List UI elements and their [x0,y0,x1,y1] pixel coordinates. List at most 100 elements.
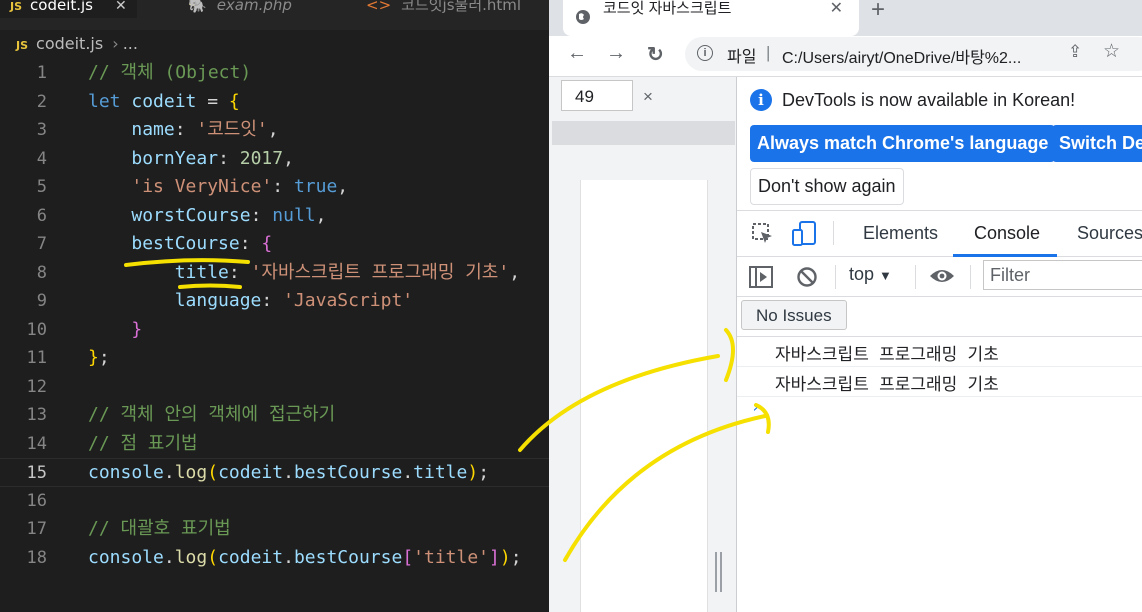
devtools-panel: i DevTools is now available in Korean! A… [736,77,1142,612]
page-area: 49 × [549,77,737,612]
address-scheme-label: 파일 [727,49,757,66]
tab-console[interactable]: Console [974,223,1040,244]
line-number: 4 [36,148,47,169]
context-selector[interactable]: top ▼ [849,264,892,285]
code-line: 4 bornYear: 2017, [0,145,549,174]
device-toggle-icon[interactable] [791,220,817,248]
code-line: 8 title: '자바스크립트 프로그래밍 기초', [0,259,549,288]
clear-console-icon[interactable] [796,266,818,288]
line-number: 1 [36,63,47,83]
code-line: 13// 객체 안의 객체에 접근하기 [0,401,549,430]
dont-show-again-button[interactable]: Don't show again [750,168,904,205]
code-line: 3 name: '코드잇', [0,116,549,145]
line-number: 12 [26,376,47,397]
page-viewport[interactable] [580,180,708,612]
browser-tab-title: 코드잇 자바스크립트 [603,0,732,17]
html-file-icon: <> [366,0,392,14]
console-log-entry: 자바스크립트 프로그래밍 기초 [737,367,1142,397]
code-line: 6 worstCourse: null, [0,202,549,231]
context-selector-value: top [849,264,875,284]
share-icon[interactable]: ⇪ [1068,42,1082,62]
toolbar-divider [970,265,971,289]
address-url[interactable]: C:/Users/airyt/OneDrive/바탕%2... [782,44,1060,68]
line-number: 18 [26,547,47,568]
console-filter-input[interactable]: Filter [983,260,1142,290]
code-line: 16 [0,487,549,516]
code-line: 10 } [0,316,549,345]
code-line: 1// 객체 (Object) [0,59,549,88]
browser-window: 코드잇 자바스크립트 ✕ + ← → ↻ i 파일 | C:/Users/air… [549,0,1142,612]
forward-button[interactable]: → [606,42,626,65]
line-number: 3 [36,120,47,140]
console-log-text: 자바스크립트 프로그래밍 기초 [775,345,999,365]
breadcrumb-more[interactable]: ... [123,34,138,53]
device-width-input[interactable]: 49 [561,80,633,111]
line-number: 9 [36,291,47,311]
address-separator: | [766,43,771,62]
switch-devtools-language-button[interactable]: Switch De [1052,125,1142,162]
bookmark-star-icon[interactable]: ☆ [1103,40,1120,63]
back-button[interactable]: ← [567,42,587,65]
close-icon[interactable]: ✕ [115,0,127,14]
notice-text: DevTools is now available in Korean! [782,90,1076,110]
tab-elements[interactable]: Elements [863,223,938,244]
issues-row: No Issues [737,297,1142,337]
address-bar[interactable]: i 파일 | C:/Users/airyt/OneDrive/바탕%2... ⇪… [685,37,1142,71]
code-line: 7 bestCourse: { [0,230,549,259]
line-number: 5 [36,177,47,197]
console-log-text: 자바스크립트 프로그래밍 기초 [775,375,999,395]
code-editor[interactable]: JS codeit.js ✕ 🐘 exam.php <> 코드잇js불러.html JS… [0,0,549,612]
browser-toolbar: ← → ↻ i 파일 | C:/Users/airyt/OneDrive/바탕%… [549,36,1142,76]
editor-tab-bar: JS codeit.js ✕ 🐘 exam.php <> 코드잇js불러.html [0,0,549,30]
tab-divider [833,221,834,245]
toolbar-divider [915,265,916,289]
js-file-icon: JS [16,39,29,52]
sidebar-toggle-icon[interactable] [749,266,773,288]
console-log-entry: 자바스크립트 프로그래밍 기초 [737,337,1142,367]
chevron-right-icon: › [112,34,119,53]
php-file-icon: 🐘 [188,0,207,14]
line-number: 11 [26,348,47,368]
code-line: 17// 대괄호 표기법 [0,515,549,544]
devtools-tab-bar: Elements Console Sources [737,210,1142,257]
tab-sources[interactable]: Sources [1077,223,1142,244]
editor-tab-codeit[interactable]: JS codeit.js ✕ [0,0,137,18]
code-area[interactable]: 1// 객체 (Object) 2 let codeit = { 3 name: … [0,59,549,572]
breadcrumb-file[interactable]: codeit.js [36,34,103,53]
media-query-bar [552,121,735,145]
live-expression-eye-icon[interactable] [929,267,955,285]
inspect-element-icon[interactable] [751,222,775,246]
chevron-down-icon: ▼ [879,268,892,283]
info-icon: i [750,89,772,111]
editor-tab-exam[interactable]: 🐘 exam.php [188,0,292,18]
always-match-language-button[interactable]: Always match Chrome's language [750,125,1056,162]
reload-button[interactable]: ↻ [647,42,664,67]
browser-tab-strip: 코드잇 자바스크립트 ✕ + [549,0,1142,36]
resize-handle[interactable] [715,552,725,592]
close-tab-icon[interactable]: ✕ [830,0,843,18]
console-toolbar: top ▼ Filter [737,257,1142,297]
editor-tab-html[interactable]: <> 코드잇js불러.html [366,0,521,18]
console-prompt-icon[interactable]: › [751,398,760,416]
line-number: 14 [26,433,47,454]
device-dimension-separator: × [643,87,653,106]
line-number: 7 [36,234,47,254]
js-file-icon: JS [10,0,23,13]
code-line: 9 language: 'JavaScript' [0,287,549,316]
line-number: 2 [36,91,47,112]
breadcrumb: JS codeit.js ›... [16,34,138,53]
code-line: 14// 점 표기법 [0,430,549,459]
globe-icon [576,10,590,24]
issues-button[interactable]: No Issues [741,300,847,330]
info-icon[interactable]: i [697,45,713,61]
line-number: 8 [36,262,47,283]
code-line: 5 'is VeryNice': true, [0,173,549,202]
line-number: 10 [26,319,47,340]
code-line-current: 15 console.log(codeit.bestCourse.title); [0,458,549,487]
line-number: 13 [26,405,47,425]
line-number: 17 [26,519,47,539]
new-tab-button[interactable]: + [871,0,885,24]
line-number: 16 [26,490,47,511]
toolbar-divider [835,265,836,289]
browser-tab[interactable]: 코드잇 자바스크립트 ✕ [563,0,859,36]
